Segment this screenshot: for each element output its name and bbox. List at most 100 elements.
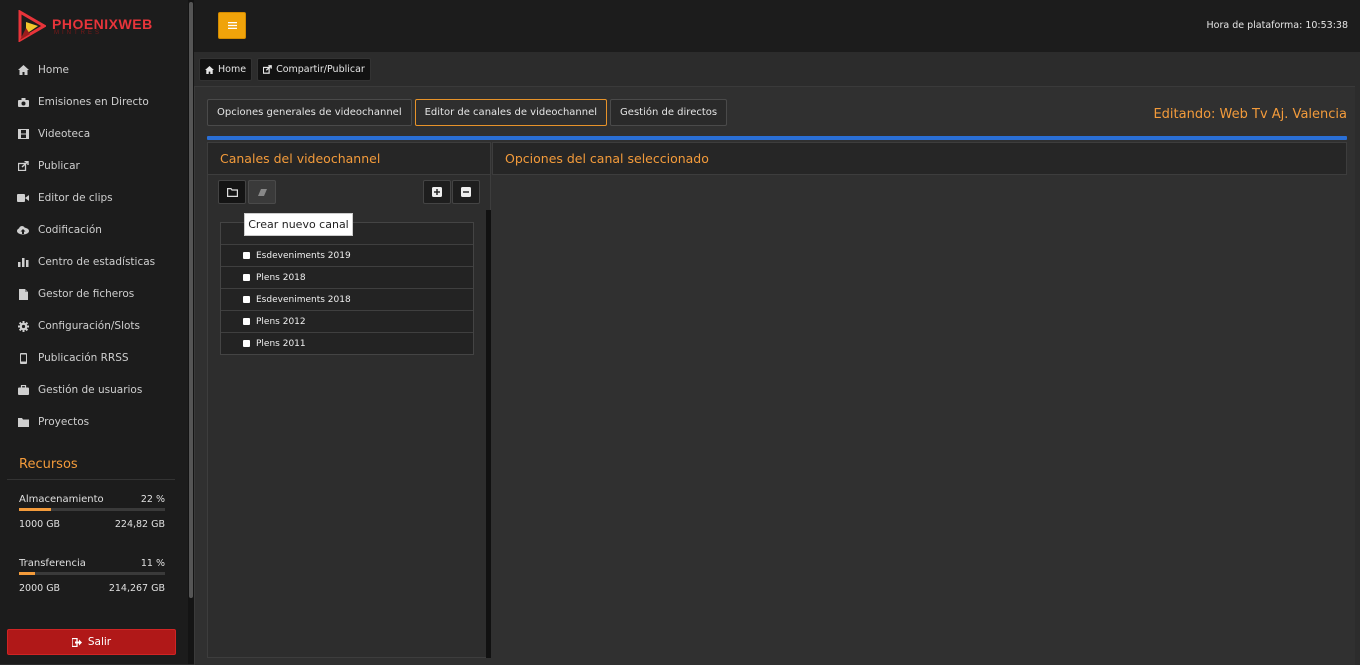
sidebar-item-videoteca[interactable]: Videoteca	[0, 118, 188, 150]
plus-square-icon	[432, 187, 442, 197]
sidebar-item-label: Editor de clips	[38, 192, 113, 204]
sidebar-item-rrss[interactable]: Publicación RRSS	[0, 342, 188, 374]
erase-channel-button[interactable]	[248, 180, 276, 204]
sidebar-item-label: Emisiones en Directo	[38, 96, 149, 108]
breadcrumb-home[interactable]: Home	[199, 58, 253, 81]
tab-channel-editor[interactable]: Editor de canales de videochannel	[414, 99, 608, 126]
channel-label: Esdeveniments 2019	[256, 250, 351, 261]
tab-bar: Opciones generales de videochannel Edito…	[207, 99, 728, 126]
collapse-all-button[interactable]	[452, 180, 480, 204]
channel-item[interactable]: Esdeveniments 2019	[221, 244, 473, 266]
hamburger-icon	[227, 22, 237, 29]
storage-progress-bar	[19, 508, 165, 511]
sidebar-item-label: Codificación	[38, 224, 102, 236]
storage-total: 1000 GB	[19, 519, 61, 530]
sidebar-scrollbar-thumb[interactable]	[189, 2, 193, 598]
phoenix-logo-icon	[18, 10, 46, 42]
sidebar-item-live[interactable]: Emisiones en Directo	[0, 86, 188, 118]
platform-clock: Hora de plataforma: 10:53:38	[1206, 20, 1349, 31]
breadcrumb-current[interactable]: Compartir/Publicar	[257, 58, 371, 81]
share-icon	[263, 65, 272, 74]
sidebar-item-label: Gestión de usuarios	[38, 384, 143, 396]
sidebar-item-label: Publicación RRSS	[38, 352, 129, 364]
channel-checkbox[interactable]	[243, 274, 250, 281]
logout-label: Salir	[87, 636, 112, 648]
transfer-total: 2000 GB	[19, 583, 61, 594]
folder-icon	[17, 416, 29, 428]
sidebar-item-label: Centro de estadísticas	[38, 256, 156, 268]
resources-divider	[7, 479, 175, 480]
resources-title: Recursos	[19, 457, 78, 472]
menu-toggle-button[interactable]	[218, 12, 246, 39]
sidebar-item-configuracion[interactable]: Configuración/Slots	[0, 310, 188, 342]
home-icon	[205, 65, 214, 74]
channels-scrollbar[interactable]	[486, 210, 491, 658]
sidebar-item-label: Publicar	[38, 160, 80, 172]
sidebar-item-clips[interactable]: Editor de clips	[0, 182, 188, 214]
breadcrumb-current-label: Compartir/Publicar	[276, 64, 365, 75]
sidebar-item-ficheros[interactable]: Gestor de ficheros	[0, 278, 188, 310]
share-icon	[17, 160, 29, 172]
video-camera-icon	[17, 192, 29, 204]
storage-used: 224,82 GB	[114, 519, 165, 530]
gear-icon	[17, 320, 29, 332]
sidebar-item-label: Configuración/Slots	[38, 320, 140, 332]
channel-checkbox[interactable]	[243, 296, 250, 303]
sidebar-item-label: Proyectos	[38, 416, 90, 428]
channel-item[interactable]: Plens 2018	[221, 266, 473, 288]
channel-tree: Esdeveniments 2019 Plens 2018 Esdevenime…	[220, 222, 474, 355]
film-icon	[17, 128, 29, 140]
selected-indicator-line	[207, 136, 1347, 140]
channel-options-panel-title: Opciones del canal seleccionado	[492, 142, 1347, 175]
channel-checkbox[interactable]	[243, 318, 250, 325]
tab-live-management[interactable]: Gestión de directos	[610, 99, 728, 126]
editing-label: Editando: Web Tv Aj. Valencia	[1153, 107, 1347, 122]
sidebar-item-label: Home	[38, 64, 70, 76]
channel-item[interactable]: Esdeveniments 2018	[221, 288, 473, 310]
briefcase-icon	[17, 384, 29, 396]
channels-panel-title: Canales del videochannel	[208, 143, 490, 175]
sidebar-item-estadisticas[interactable]: Centro de estadísticas	[0, 246, 188, 278]
channel-item[interactable]: Plens 2012	[221, 310, 473, 332]
file-icon	[17, 288, 29, 300]
channel-label: Esdeveniments 2018	[256, 294, 351, 305]
logout-icon	[71, 637, 82, 647]
sidebar-item-home[interactable]: Home	[0, 54, 188, 86]
channel-checkbox[interactable]	[243, 340, 250, 347]
sidebar-item-label: Gestor de ficheros	[38, 288, 135, 300]
sidebar-item-usuarios[interactable]: Gestión de usuarios	[0, 374, 188, 406]
expand-all-button[interactable]	[423, 180, 451, 204]
mobile-icon	[17, 352, 29, 364]
home-icon	[17, 64, 29, 76]
tab-general-options[interactable]: Opciones generales de videochannel	[207, 99, 412, 126]
channel-label: Plens 2011	[256, 338, 306, 349]
bar-chart-icon	[17, 256, 29, 268]
eraser-icon	[257, 188, 267, 196]
transfer-progress-bar	[19, 572, 165, 575]
transfer-used: 214,267 GB	[108, 583, 165, 594]
channel-label: Plens 2012	[256, 316, 306, 327]
channel-label: Plens 2018	[256, 272, 306, 283]
channel-checkbox[interactable]	[243, 252, 250, 259]
storage-resource: Almacenamiento 22 % 1000 GB 224,82 GB	[19, 494, 165, 530]
breadcrumb-home-label: Home	[218, 64, 247, 75]
cloud-upload-icon	[17, 224, 29, 236]
sidebar: PHOENIXWEB MINTRES Home Emisiones en Dir…	[0, 0, 188, 664]
channel-item[interactable]: Plens 2011	[221, 332, 473, 354]
topbar: Hora de plataforma: 10:53:38	[194, 0, 1360, 52]
brand-subtitle: MINTRES	[54, 30, 102, 36]
brand-logo[interactable]: PHOENIXWEB MINTRES	[14, 8, 179, 46]
minus-square-icon	[461, 187, 471, 197]
transfer-progress-fill	[19, 572, 36, 575]
storage-progress-fill	[19, 508, 52, 511]
sidebar-item-proyectos[interactable]: Proyectos	[0, 406, 188, 438]
sidebar-item-codificacion[interactable]: Codificación	[0, 214, 188, 246]
breadcrumb: Home Compartir/Publicar	[199, 58, 371, 81]
camera-icon	[17, 96, 29, 108]
logout-button[interactable]: Salir	[7, 629, 176, 655]
new-channel-button[interactable]	[218, 180, 246, 204]
storage-label: Almacenamiento	[19, 494, 104, 505]
transfer-label: Transferencia	[19, 558, 86, 569]
sidebar-item-publicar[interactable]: Publicar	[0, 150, 188, 182]
new-channel-tooltip: Crear nuevo canal	[244, 213, 353, 236]
